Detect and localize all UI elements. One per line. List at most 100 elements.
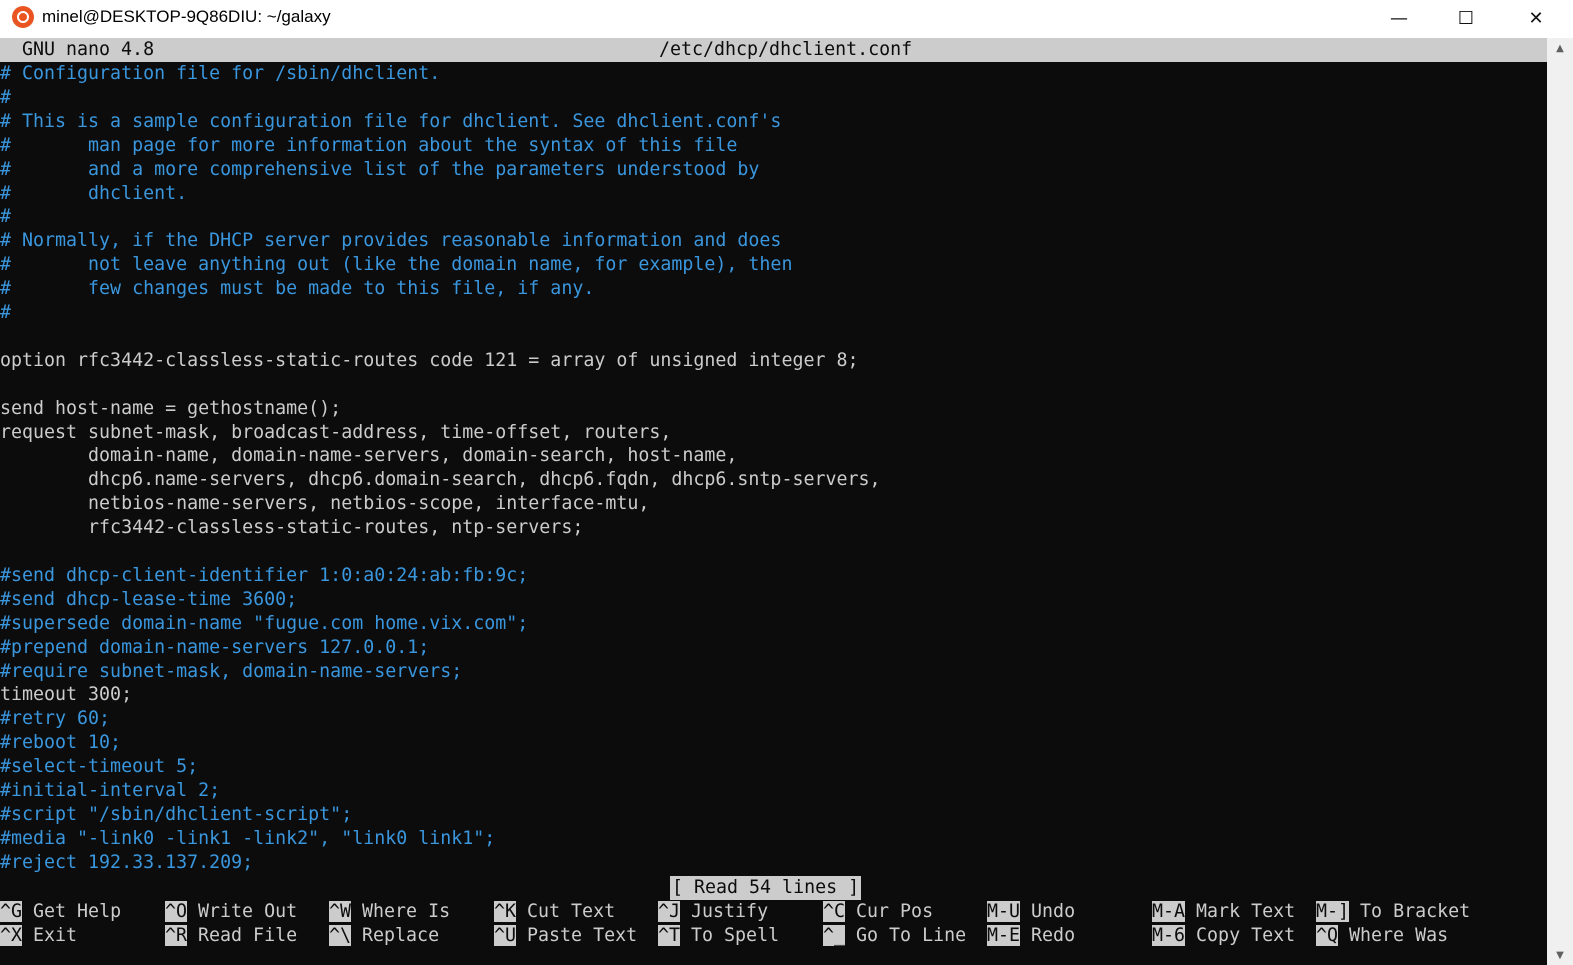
maximize-button[interactable]: ☐ [1434,0,1498,36]
shortcut-item[interactable]: ^C Cur Pos [823,900,933,924]
shortcut-key: ^_ [823,925,846,946]
nano-version: GNU nano 4.8 [22,39,155,60]
editor-line: dhcp6.name-servers, dhcp6.domain-search,… [0,469,881,491]
editor-line: #require subnet-mask, domain-name-server… [0,660,463,682]
editor-line: # few changes must be made to this file,… [0,278,595,300]
shortcut-label: Go To Line [856,925,967,946]
shortcut-label: Cut Text [527,901,616,922]
editor-line: request subnet-mask, broadcast-address, … [0,421,672,443]
shortcut-key: ^G [0,901,23,922]
editor-line: #script "/sbin/dhclient-script"; [0,803,353,825]
shortcut-key: ^W [329,901,352,922]
shortcut-key: ^\ [329,925,352,946]
shortcut-item[interactable]: ^U Paste Text [494,924,637,948]
editor-line: #prepend domain-name-servers 127.0.0.1; [0,636,430,658]
editor-line: # [0,86,12,108]
shortcut-key: ^C [823,901,846,922]
editor-line: rfc3442-classless-static-routes, ntp-ser… [0,517,584,539]
close-button[interactable]: ✕ [1504,0,1568,36]
shortcut-key: M-6 [1152,925,1186,946]
editor-line: # Normally, if the DHCP server provides … [0,230,782,252]
shortcut-item[interactable]: M-] To Bracket [1316,900,1470,924]
shortcut-key: M-A [1152,901,1186,922]
shortcut-item[interactable]: ^_ Go To Line [823,924,966,948]
shortcut-item[interactable]: M-U Undo [987,900,1075,924]
editor-line: send host-name = gethostname(); [0,397,342,419]
editor-line: #supersede domain-name "fugue.com home.v… [0,612,529,634]
editor-line: #send dhcp-client-identifier 1:0:a0:24:a… [0,564,529,586]
editor-line: domain-name, domain-name-servers, domain… [0,445,738,467]
shortcut-item[interactable]: ^O Write Out [165,900,297,924]
shortcut-label: Cur Pos [856,901,934,922]
shortcut-label: Undo [1031,901,1076,922]
editor-line: # and a more comprehensive list of the p… [0,158,760,180]
editor-line: #send dhcp-lease-time 3600; [0,588,298,610]
editor-line: # dhclient. [0,182,188,204]
editor-line: #initial-interval 2; [0,780,221,801]
shortcut-label: Justify [691,901,769,922]
minimize-icon: — [1390,7,1408,29]
shortcut-label: Read File [198,925,298,946]
editor-line: #retry 60; [0,708,111,730]
shortcut-item[interactable]: M-6 Copy Text [1152,924,1295,948]
minimize-button[interactable]: — [1367,0,1431,36]
scroll-down-icon[interactable]: ▼ [1547,945,1573,965]
shortcut-label: Get Help [33,901,122,922]
editor-line: # Configuration file for /sbin/dhclient. [0,63,441,84]
shortcut-item[interactable]: M-E Redo [987,924,1075,948]
shortcut-key: ^J [658,901,681,922]
shortcut-label: Copy Text [1196,925,1296,946]
shortcut-label: Write Out [198,901,298,922]
editor-line: #media "-link0 -link1 -link2", "link0 li… [0,827,496,849]
shortcut-item[interactable]: ^Q Where Was [1316,924,1448,948]
shortcut-label: To Bracket [1360,901,1471,922]
shortcut-key: ^X [0,925,23,946]
editor-line: # [0,302,12,323]
shortcut-item[interactable]: ^T To Spell [658,924,779,948]
terminal-area[interactable]: GNU nano 4.8 /etc/dhcp/dhclient.conf # C… [0,38,1547,965]
shortcut-key: M-] [1316,901,1350,922]
editor-line: timeout 300; [0,684,133,706]
shortcut-item[interactable]: ^K Cut Text [494,900,615,924]
window-title: minel@DESKTOP-9Q86DIU: ~/galaxy [42,7,331,26]
vertical-scrollbar[interactable]: ▲ ▼ [1547,38,1573,965]
shortcut-label: Where Was [1349,925,1449,946]
maximize-icon: ☐ [1457,7,1475,29]
shortcut-key: ^Q [1316,925,1339,946]
shortcut-label: Replace [362,925,440,946]
shortcut-item[interactable]: ^X Exit [0,924,77,948]
editor-line: # This is a sample configuration file fo… [0,110,782,132]
shortcut-item[interactable]: M-A Mark Text [1152,900,1295,924]
editor-line: # man page for more information about th… [0,134,738,156]
shortcut-label: Paste Text [527,925,638,946]
editor-line: #reboot 10; [0,732,122,754]
scroll-up-icon[interactable]: ▲ [1547,38,1573,58]
shortcut-label: Redo [1031,925,1076,946]
shortcut-label: To Spell [691,925,780,946]
editor-line: option rfc3442-classless-static-routes c… [0,349,859,371]
editor-line: # [0,206,12,228]
editor-line: netbios-name-servers, netbios-scope, int… [0,493,650,515]
shortcut-key: ^R [165,925,188,946]
status-message: [ Read 54 lines ] [670,876,862,900]
shortcut-label: Mark Text [1196,901,1296,922]
editor-line: #reject 192.33.137.209; [0,851,254,873]
shortcut-key: ^U [494,925,517,946]
window-titlebar[interactable]: minel@DESKTOP-9Q86DIU: ~/galaxy — ☐ ✕ [0,0,1573,38]
shortcut-item[interactable]: ^J Justify [658,900,768,924]
shortcut-key: ^T [658,925,681,946]
nano-filename: /etc/dhcp/dhclient.conf [659,39,913,60]
shortcut-item[interactable]: ^R Read File [165,924,297,948]
shortcut-key: ^K [494,901,517,922]
nano-header: GNU nano 4.8 /etc/dhcp/dhclient.conf [0,38,1547,62]
shortcut-key: ^O [165,901,188,922]
editor-line: # not leave anything out (like the domai… [0,254,793,276]
close-icon: ✕ [1528,7,1544,29]
shortcut-label: Exit [33,925,78,946]
shortcut-item[interactable]: ^G Get Help [0,900,121,924]
editor-line: #select-timeout 5; [0,756,199,778]
shortcut-item[interactable]: ^W Where Is [329,900,450,924]
shortcut-item[interactable]: ^\ Replace [329,924,439,948]
shortcut-key: M-E [987,925,1021,946]
shortcut-label: Where Is [362,901,451,922]
